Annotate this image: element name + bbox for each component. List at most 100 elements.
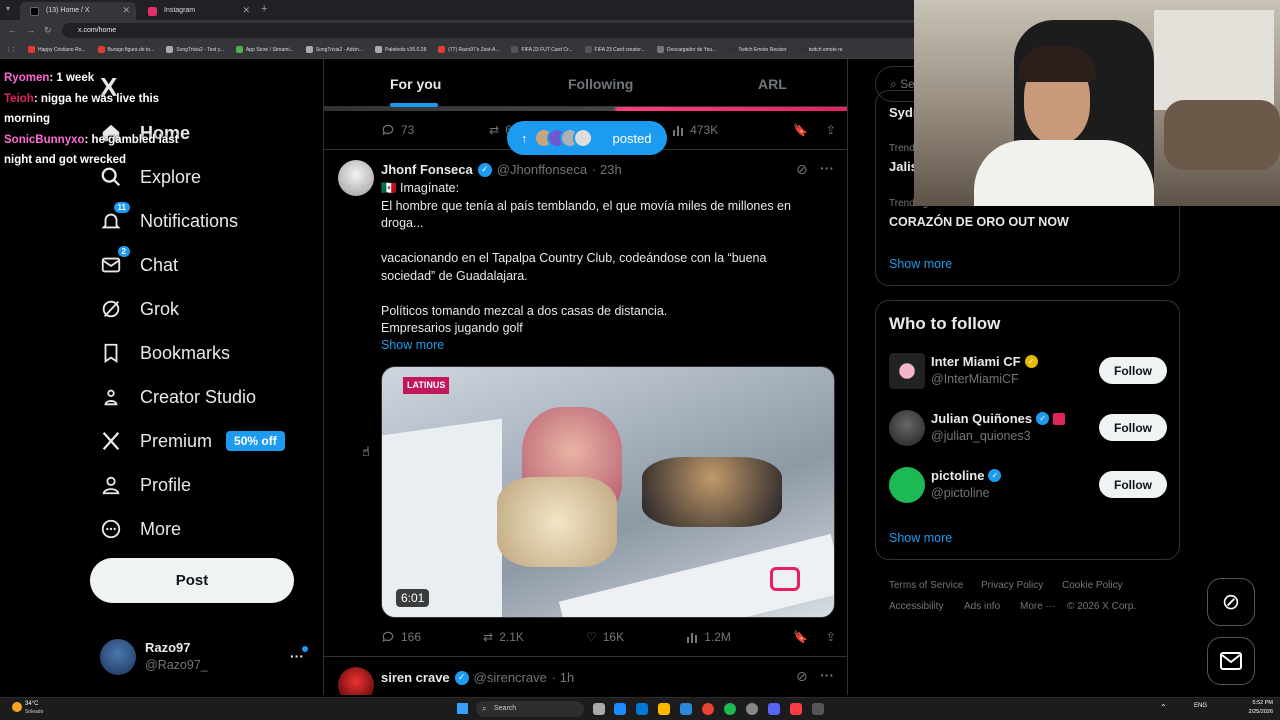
reply-button[interactable]: 166 (381, 630, 421, 644)
bookmark-icon[interactable]: 🔖 (793, 123, 808, 137)
show-more-link[interactable]: Show more (381, 338, 444, 352)
new-tab-button[interactable]: + (261, 3, 267, 15)
bookmark-item[interactable]: SongTrivia2 - Test y... (166, 46, 224, 53)
tweet-author-handle[interactable]: @Jhonffonseca (497, 162, 587, 177)
avatar[interactable] (889, 410, 925, 446)
tab-search-icon[interactable]: ▾ (6, 4, 10, 13)
suggested-account-handle[interactable]: @pictoline (931, 486, 990, 500)
apps-icon[interactable]: ⋮⋮ (6, 47, 16, 53)
follow-button[interactable]: Follow (1099, 414, 1167, 441)
close-tab-icon[interactable]: ✕ (242, 5, 250, 16)
edge-icon[interactable] (614, 703, 626, 715)
trends-show-more[interactable]: Show more (889, 257, 952, 271)
bookmark-item[interactable]: Descargador de You... (656, 46, 716, 53)
windows-start-icon[interactable] (457, 703, 468, 714)
bookmark-icon[interactable]: 🔖 (793, 630, 808, 644)
obs-icon[interactable] (746, 703, 758, 715)
footer-ads-info[interactable]: Ads info (964, 601, 1000, 612)
suggested-account-name[interactable]: Julian Quiñones (931, 411, 1032, 426)
footer-more[interactable]: More ··· (1020, 601, 1056, 612)
language-indicator[interactable]: ENG (1194, 703, 1207, 709)
tweet-video[interactable]: LATINUS 6:01 (381, 366, 835, 618)
avatar[interactable] (889, 467, 925, 503)
footer-privacy[interactable]: Privacy Policy (981, 580, 1043, 591)
browser-tab-instagram[interactable]: Instagram ✕ (138, 2, 256, 20)
tray-chevron-icon[interactable]: ⌃ (1160, 703, 1167, 712)
tweet-more-icon[interactable]: ··· (820, 160, 834, 176)
reply-button[interactable]: 73 (381, 123, 414, 137)
footer-accessibility[interactable]: Accessibility (889, 601, 943, 612)
share-icon[interactable]: ⇪ (826, 123, 836, 137)
bookmark-item[interactable]: SongTrivia2 - Advin... (305, 46, 363, 53)
share-icon[interactable]: ⇪ (826, 630, 836, 644)
avatar[interactable] (100, 639, 136, 675)
suggested-account-handle[interactable]: @InterMiamiCF (931, 372, 1019, 386)
sidebar-item-profile[interactable]: Profile (100, 474, 191, 496)
sidebar-item-chat[interactable]: 2 Chat (100, 246, 178, 276)
sidebar-item-bookmarks[interactable]: Bookmarks (100, 342, 230, 364)
tweet-avatar[interactable] (338, 160, 374, 196)
sidebar-item-premium[interactable]: Premium 50% off (100, 430, 285, 452)
task-view-icon[interactable] (593, 703, 605, 715)
weather-temp[interactable]: 34°C (25, 701, 38, 707)
store-icon[interactable] (680, 703, 692, 715)
bookmark-item[interactable]: FIFA 23 Card creator... (584, 46, 645, 53)
tweet-more-icon[interactable]: ··· (820, 667, 834, 683)
avatar[interactable] (889, 353, 925, 389)
views-button[interactable]: 473K (672, 123, 718, 137)
bookmark-item[interactable]: Happy Cristiano Ro... (28, 46, 86, 53)
tweet-time[interactable]: · 23h (592, 162, 622, 177)
tweet-avatar[interactable] (338, 667, 374, 695)
sidebar-item-notifications[interactable]: 11 Notifications (100, 202, 238, 232)
sidebar-item-creator-studio[interactable]: Creator Studio (100, 386, 256, 408)
discord-icon[interactable] (768, 703, 780, 715)
sidebar-item-grok[interactable]: Grok (100, 298, 179, 320)
bookmark-item[interactable]: Paletools v26.0.28 (375, 46, 426, 53)
tweet-author-handle[interactable]: @sirencrave (474, 670, 547, 685)
chrome-icon[interactable] (702, 703, 714, 715)
sidebar-item-more[interactable]: More (100, 518, 181, 540)
files-icon[interactable] (658, 703, 670, 715)
tweet-author-name[interactable]: Jhonf Fonseca (381, 162, 473, 177)
app-icon[interactable] (812, 703, 824, 715)
bookmark-item[interactable]: App Store / Streami... (235, 46, 294, 53)
tab-for-you[interactable]: For you (390, 76, 441, 92)
new-posts-pill[interactable]: ↑ posted (507, 121, 667, 155)
tab-following[interactable]: Following (568, 76, 633, 92)
close-tab-icon[interactable]: ✕ (122, 5, 130, 16)
bookmark-item[interactable]: Burago figura de to... (97, 46, 154, 53)
back-icon[interactable]: ← (8, 25, 17, 35)
like-button[interactable]: ♡ 16K (586, 630, 624, 644)
tweet-author-name[interactable]: siren crave (381, 670, 450, 685)
spotify-icon[interactable] (724, 703, 736, 715)
bookmark-item[interactable]: Twitch Emote Resizer (728, 46, 787, 53)
grok-icon[interactable]: ⊘ (796, 161, 808, 178)
suggested-account-name[interactable]: Inter Miami CF (931, 354, 1021, 369)
footer-terms[interactable]: Terms of Service (889, 580, 963, 591)
music-icon[interactable] (790, 703, 802, 715)
taskbar-search[interactable]: ⌕ Search (476, 701, 584, 717)
bookmark-item[interactable]: twitch emote re (798, 46, 843, 53)
post-button[interactable]: Post (90, 558, 294, 603)
suggested-account-name[interactable]: pictoline (931, 468, 984, 483)
reload-icon[interactable]: ↻ (44, 25, 52, 36)
tweet-time[interactable]: · 1h (552, 670, 574, 685)
trend-title[interactable]: CORAZÓN DE ORO OUT NOW (889, 215, 1069, 229)
bookmark-item[interactable]: FIFA 23 FUT Card Cr... (511, 46, 573, 53)
browser-tab-x[interactable]: (13) Home / X ✕ (20, 2, 136, 20)
follow-button[interactable]: Follow (1099, 357, 1167, 384)
suggested-account-handle[interactable]: @julian_quiones3 (931, 429, 1031, 443)
repost-button[interactable]: ⇄ 2.1K (483, 630, 524, 644)
views-button[interactable]: 1.2M (686, 630, 731, 644)
clock-time[interactable]: 5:52 PM (1243, 700, 1273, 706)
bookmark-item[interactable]: (77) Razo97's Zest-A... (438, 46, 499, 53)
tab-arl[interactable]: ARL (758, 76, 787, 92)
who-to-follow-show-more[interactable]: Show more (889, 531, 952, 545)
footer-cookie[interactable]: Cookie Policy (1062, 580, 1123, 591)
grok-icon[interactable]: ⊘ (796, 668, 808, 685)
grok-fab-icon[interactable]: ⊘ (1207, 578, 1255, 626)
messages-fab[interactable] (1207, 637, 1255, 685)
premium-discount-badge[interactable]: 50% off (226, 431, 285, 451)
follow-button[interactable]: Follow (1099, 471, 1167, 498)
explorer-icon[interactable] (636, 703, 648, 715)
